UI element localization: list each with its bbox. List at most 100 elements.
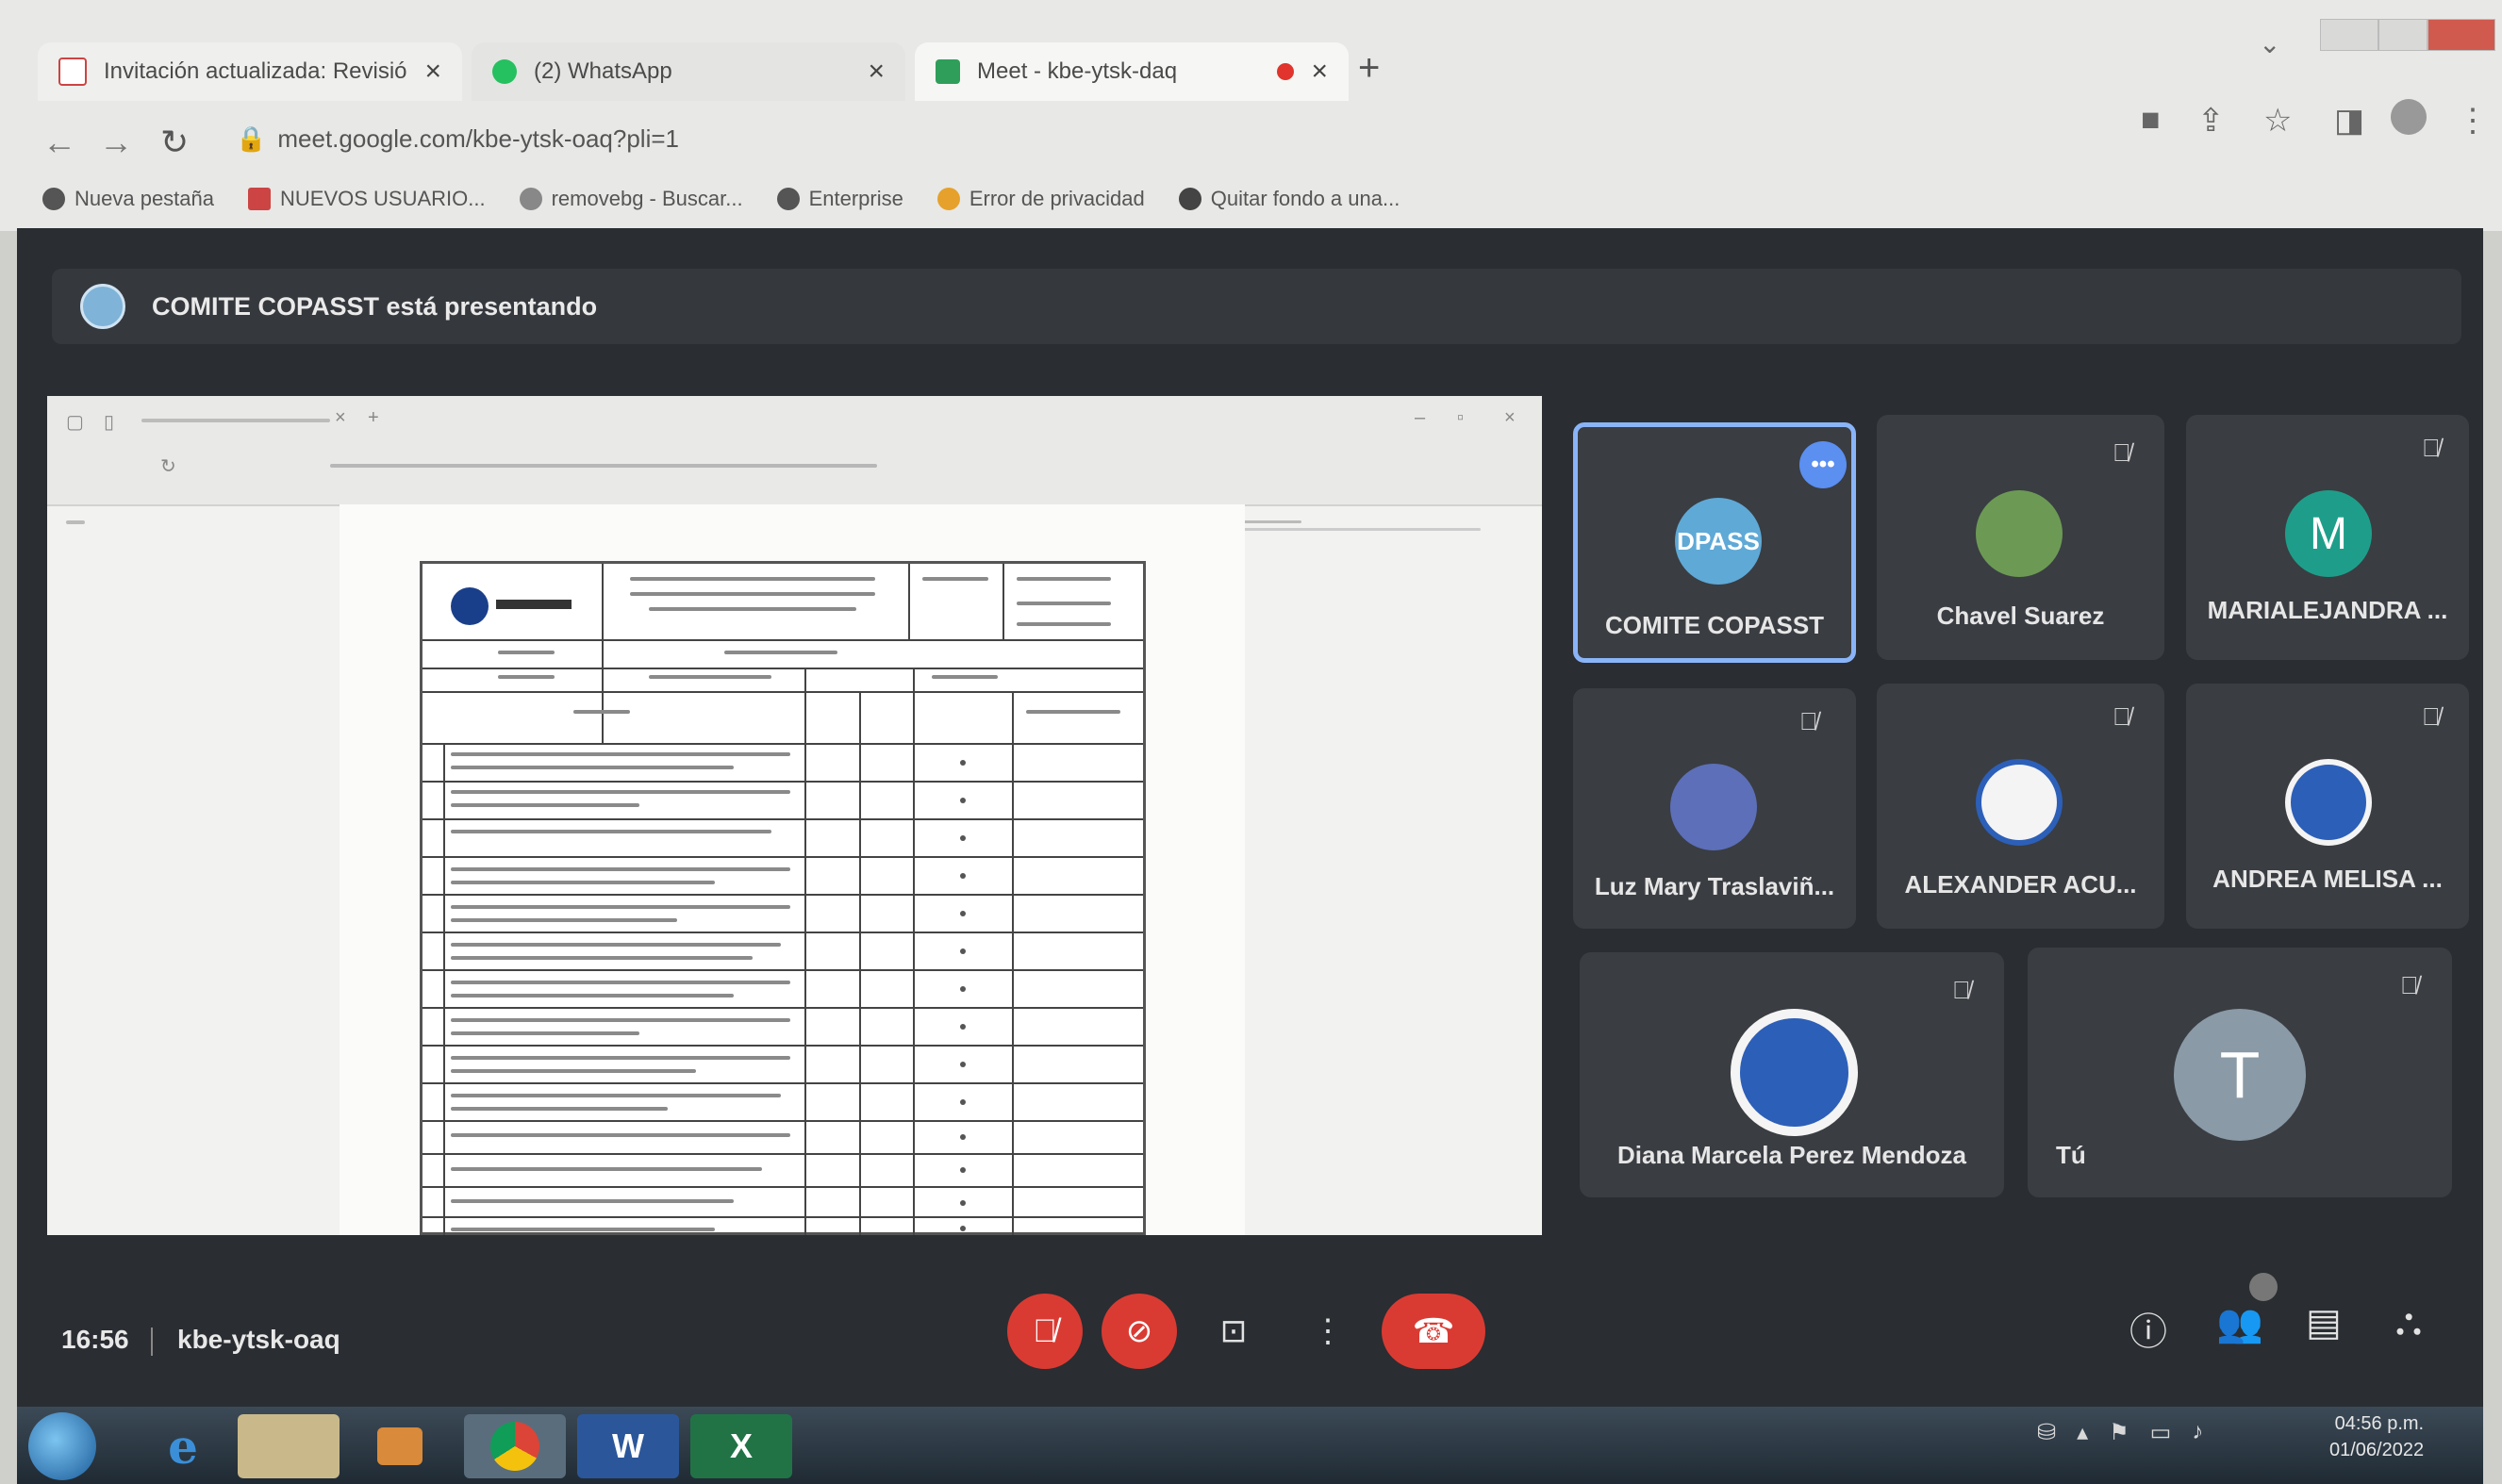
document-icon: ▯ bbox=[104, 412, 115, 433]
sidepanel-icon[interactable]: ◨ bbox=[2334, 102, 2364, 140]
participant-tile[interactable]: 🎙̸ M MARIALEJANDRA ... bbox=[2186, 415, 2469, 660]
tab-icon: ▢ bbox=[66, 412, 84, 433]
mic-off-icon: 🎙̸ bbox=[2422, 434, 2441, 462]
camera-off-button[interactable]: ⊘ bbox=[1102, 1294, 1177, 1369]
new-tab-icon[interactable]: + bbox=[1358, 47, 1380, 90]
divider bbox=[151, 1327, 153, 1356]
bookmark-item[interactable]: Nueva pestaña bbox=[42, 187, 214, 211]
more-options-icon[interactable]: ••• bbox=[1799, 441, 1847, 488]
back-icon[interactable]: ← bbox=[42, 123, 76, 162]
phone-hangup-icon: ☎ bbox=[1412, 1311, 1455, 1350]
lock-icon: 🔒 bbox=[236, 124, 267, 153]
presenting-text: COMITE COPASST está presentando bbox=[152, 291, 598, 321]
bookmark-item[interactable]: Error de privacidad bbox=[936, 187, 1145, 211]
close-icon: × bbox=[335, 407, 346, 428]
close-icon[interactable]: × bbox=[1311, 56, 1328, 88]
info-icon[interactable]: ⓘ bbox=[2129, 1301, 2167, 1356]
mic-off-icon: 🎙̸ bbox=[2422, 702, 2441, 731]
avatar bbox=[1670, 764, 1757, 850]
mic-off-icon: 🎙̸ bbox=[2400, 971, 2419, 999]
new-tab-icon: + bbox=[368, 407, 379, 428]
tab-label: (2) WhatsApp bbox=[534, 58, 672, 84]
avatar bbox=[1976, 759, 2063, 846]
participant-tile[interactable]: 🎙̸ ANDREA MELISA ... bbox=[2186, 684, 2469, 929]
presenting-banner: COMITE COPASST está presentando bbox=[52, 269, 2461, 344]
bookmark-item[interactable]: Enterprise bbox=[776, 187, 903, 211]
participant-tile[interactable]: 🎙̸ Luz Mary Traslaviñ... bbox=[1573, 688, 1856, 929]
mic-off-button[interactable]: 🎙̸ bbox=[1007, 1294, 1083, 1369]
avatar bbox=[1731, 1009, 1858, 1136]
avatar bbox=[2285, 759, 2372, 846]
show-hidden-icon[interactable]: ▴ bbox=[2077, 1419, 2088, 1446]
share-icon[interactable]: ⇪ bbox=[2197, 102, 2225, 140]
flag-icon[interactable]: ⚑ bbox=[2109, 1419, 2129, 1446]
close-icon[interactable]: × bbox=[868, 56, 885, 88]
avatar: DPASS bbox=[1675, 498, 1762, 585]
start-button[interactable] bbox=[28, 1412, 96, 1480]
bookmark-item[interactable]: Quitar fondo a una... bbox=[1178, 187, 1400, 211]
participant-name: ALEXANDER ACU... bbox=[1904, 870, 2137, 899]
present-screen-icon: ⊡ bbox=[1219, 1313, 1248, 1349]
participant-tile[interactable]: 🎙̸ ALEXANDER ACU... bbox=[1877, 684, 2164, 929]
ie-icon[interactable]: e bbox=[132, 1414, 234, 1478]
activities-icon[interactable]: ⛬ bbox=[2395, 1301, 2422, 1344]
profile-avatar[interactable] bbox=[2391, 99, 2427, 135]
tab-invitation[interactable]: Invitación actualizada: Revisión × bbox=[38, 42, 462, 101]
bookmark-item[interactable]: NUEVOS USUARIO... bbox=[248, 187, 486, 211]
maximize-icon: ▫ bbox=[1457, 407, 1465, 428]
bookmark-item[interactable]: removebg - Buscar... bbox=[519, 187, 743, 211]
mic-off-icon: 🎙̸ bbox=[2113, 438, 2131, 467]
meet-icon bbox=[936, 59, 960, 84]
checklist-table bbox=[420, 561, 1146, 1235]
battery-icon[interactable]: ▭ bbox=[2150, 1419, 2172, 1446]
camera-off-icon: ⊘ bbox=[1125, 1313, 1153, 1349]
tab-search-icon[interactable]: ⌄ bbox=[2259, 28, 2280, 59]
gmail-icon bbox=[58, 58, 87, 86]
excel-icon[interactable]: X bbox=[690, 1414, 792, 1478]
network-icon[interactable]: ⛁ bbox=[2037, 1419, 2056, 1446]
forward-icon[interactable]: → bbox=[99, 123, 133, 162]
participant-tile[interactable]: 🎙̸ Diana Marcela Perez Mendoza bbox=[1580, 952, 2004, 1197]
meeting-code: kbe-ytsk-oaq bbox=[177, 1325, 340, 1354]
participant-tile[interactable]: ••• DPASS COMITE COPASST bbox=[1573, 422, 1856, 663]
globe-icon bbox=[776, 188, 800, 210]
reload-icon[interactable]: ↻ bbox=[160, 123, 189, 162]
word-icon[interactable]: W bbox=[577, 1414, 679, 1478]
tab-whatsapp[interactable]: (2) WhatsApp × bbox=[472, 42, 905, 101]
reload-icon: ↻ bbox=[160, 456, 176, 477]
media-player-icon[interactable] bbox=[349, 1414, 451, 1478]
taskbar-clock[interactable]: 04:56 p.m. 01/06/2022 bbox=[2329, 1410, 2424, 1463]
participant-tile[interactable]: 🎙̸ T Tú bbox=[2028, 948, 2452, 1197]
star-icon[interactable]: ☆ bbox=[2263, 102, 2292, 140]
window-close-button[interactable] bbox=[2427, 19, 2495, 51]
more-options-button[interactable]: ⋮ bbox=[1290, 1294, 1366, 1369]
tab-meet[interactable]: Meet - kbe-ytsk-daq × bbox=[915, 42, 1349, 101]
mic-off-icon: 🎙̸ bbox=[2113, 702, 2131, 731]
more-vert-icon: ⋮ bbox=[1312, 1313, 1344, 1349]
maximize-button[interactable] bbox=[2378, 19, 2427, 51]
file-explorer-icon[interactable] bbox=[238, 1414, 340, 1478]
minimize-button[interactable] bbox=[2320, 19, 2378, 51]
people-icon[interactable]: 👥 bbox=[2216, 1301, 2263, 1345]
google-icon bbox=[519, 188, 542, 210]
chat-icon[interactable]: ▤ bbox=[2306, 1301, 2342, 1344]
address-bar[interactable]: 🔒 meet.google.com/kbe-ytsk-oaq?pli=1 bbox=[236, 124, 679, 154]
participant-tile[interactable]: 🎙̸ Chavel Suarez bbox=[1877, 415, 2164, 660]
camera-icon[interactable]: ■ bbox=[2141, 102, 2161, 139]
end-call-button[interactable]: ☎ bbox=[1382, 1294, 1485, 1369]
bookmarks-bar: Nueva pestaña NUEVOS USUARIO... removebg… bbox=[42, 179, 1400, 219]
shared-screen[interactable]: ▢ ▯ × + – ▫ × ↻ bbox=[47, 396, 1542, 1235]
participant-name: Tú bbox=[2056, 1141, 2086, 1169]
mic-off-icon: 🎙̸ bbox=[1033, 1312, 1057, 1349]
present-button[interactable]: ⊡ bbox=[1196, 1294, 1271, 1369]
system-tray: ⛁ ▴ ⚑ ▭ ♪ bbox=[2037, 1419, 2203, 1446]
volume-icon[interactable]: ♪ bbox=[2192, 1419, 2203, 1446]
mic-off-icon: 🎙̸ bbox=[1799, 707, 1818, 735]
participant-name: COMITE COPASST bbox=[1604, 611, 1825, 639]
chrome-icon[interactable] bbox=[464, 1414, 566, 1478]
whatsapp-icon bbox=[492, 59, 517, 84]
clock-time: 04:56 p.m. bbox=[2334, 1413, 2425, 1434]
close-icon[interactable]: × bbox=[424, 56, 441, 88]
avatar bbox=[1976, 490, 2063, 577]
menu-dots-icon[interactable]: ⋮ bbox=[2457, 102, 2489, 140]
